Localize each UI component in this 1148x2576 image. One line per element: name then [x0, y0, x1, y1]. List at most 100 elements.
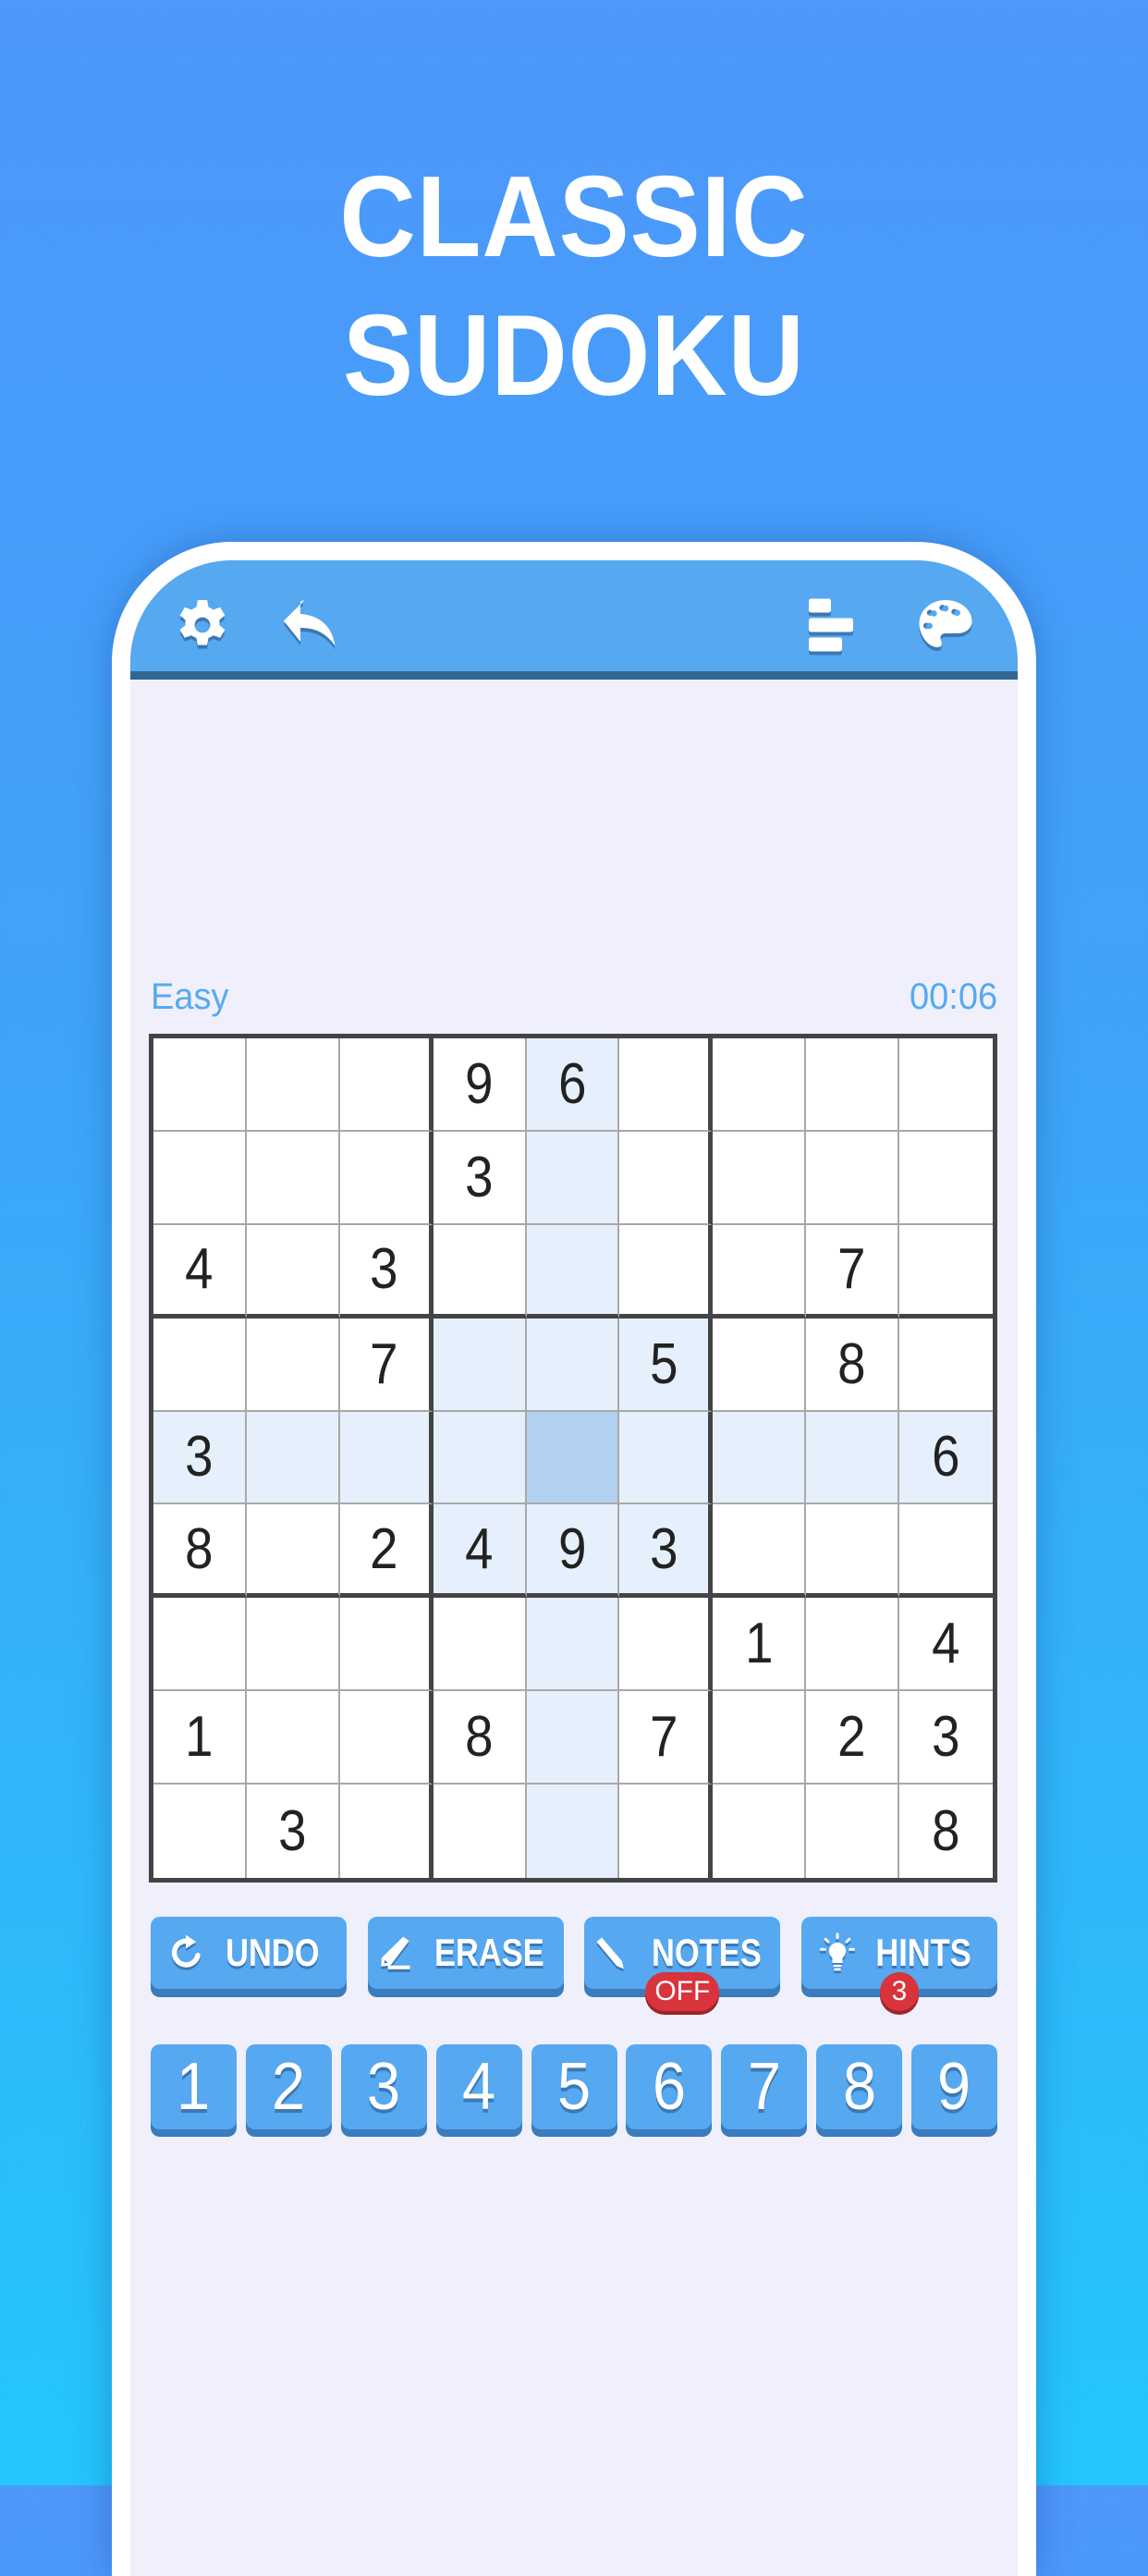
sudoku-cell-r6-c7[interactable]	[713, 1504, 807, 1599]
gear-icon[interactable]	[169, 592, 236, 658]
sudoku-cell-r1-c2[interactable]	[246, 1038, 340, 1132]
numpad-button-4[interactable]: 4	[435, 2044, 522, 2129]
sudoku-cell-r7-c2[interactable]	[246, 1598, 340, 1692]
sudoku-cell-r6-c4[interactable]: 4	[433, 1504, 527, 1599]
sudoku-cell-r5-c4[interactable]	[433, 1411, 527, 1505]
sudoku-cell-r3-c1[interactable]: 4	[153, 1224, 247, 1319]
sudoku-cell-r4-c5[interactable]	[526, 1318, 620, 1412]
sudoku-cell-r4-c9[interactable]	[899, 1318, 993, 1412]
numpad-button-3[interactable]: 3	[340, 2044, 427, 2129]
sudoku-cell-r4-c8[interactable]: 8	[806, 1318, 900, 1412]
sudoku-cell-r6-c2[interactable]	[246, 1504, 340, 1599]
sudoku-cell-r5-c2[interactable]	[246, 1411, 340, 1505]
sudoku-cell-r1-c7[interactable]	[713, 1038, 807, 1132]
sudoku-cell-r5-c3[interactable]	[339, 1411, 434, 1505]
hints-button[interactable]: HINTS 3	[800, 1917, 997, 2011]
sudoku-cell-r8-c4[interactable]: 8	[433, 1691, 527, 1785]
sudoku-cell-r9-c8[interactable]	[806, 1785, 900, 1878]
sudoku-cell-r7-c7[interactable]: 1	[713, 1598, 807, 1692]
sudoku-cell-r2-c5[interactable]	[526, 1131, 620, 1225]
sudoku-cell-r4-c2[interactable]	[246, 1318, 340, 1412]
sudoku-cell-r9-c2[interactable]: 3	[246, 1785, 340, 1878]
sudoku-cell-r8-c9[interactable]: 3	[899, 1691, 993, 1785]
sudoku-cell-r3-c7[interactable]	[713, 1224, 807, 1319]
sudoku-cell-r1-c6[interactable]	[619, 1038, 714, 1132]
sudoku-cell-r4-c3[interactable]: 7	[339, 1318, 434, 1412]
undo-button[interactable]: UNDO	[151, 1917, 347, 1989]
sudoku-cell-r7-c5[interactable]	[526, 1598, 620, 1692]
sudoku-cell-r9-c6[interactable]	[619, 1785, 714, 1878]
sudoku-cell-r6-c1[interactable]: 8	[153, 1504, 247, 1599]
sudoku-cell-r3-c5[interactable]	[526, 1224, 620, 1319]
sudoku-cell-r3-c8[interactable]: 7	[806, 1224, 900, 1319]
undo-arrow-icon[interactable]	[278, 592, 345, 658]
sudoku-cell-r2-c3[interactable]	[339, 1131, 434, 1225]
sudoku-cell-r1-c5[interactable]: 6	[526, 1038, 620, 1132]
sudoku-cell-r2-c2[interactable]	[246, 1131, 340, 1225]
sudoku-cell-r5-c6[interactable]	[619, 1411, 714, 1505]
sudoku-cell-r7-c9[interactable]: 4	[899, 1598, 993, 1692]
sudoku-cell-r2-c1[interactable]	[153, 1131, 247, 1225]
sudoku-cell-r7-c4[interactable]	[433, 1598, 527, 1692]
sudoku-cell-r8-c2[interactable]	[246, 1691, 340, 1785]
sudoku-cell-r5-c7[interactable]	[713, 1411, 807, 1505]
sudoku-cell-r4-c1[interactable]	[153, 1318, 247, 1412]
sudoku-cell-r9-c5[interactable]	[526, 1785, 620, 1878]
sudoku-cell-r8-c1[interactable]: 1	[153, 1691, 247, 1785]
sudoku-cell-r7-c6[interactable]	[619, 1598, 714, 1692]
sudoku-cell-r8-c5[interactable]	[526, 1691, 620, 1785]
pencil-icon	[596, 1937, 624, 1969]
notes-status-badge: OFF	[645, 1972, 720, 2011]
sudoku-cell-r8-c8[interactable]: 2	[806, 1691, 900, 1785]
sudoku-cell-r6-c5[interactable]: 9	[526, 1504, 620, 1599]
numpad-button-7[interactable]: 7	[721, 2044, 808, 2129]
palette-icon[interactable]	[912, 592, 979, 658]
numpad-button-8[interactable]: 8	[816, 2044, 903, 2129]
sudoku-cell-r7-c3[interactable]	[339, 1598, 434, 1692]
sudoku-cell-r4-c6[interactable]: 5	[619, 1318, 714, 1412]
sudoku-cell-r2-c6[interactable]	[619, 1131, 714, 1225]
sudoku-cell-r5-c9[interactable]: 6	[899, 1411, 993, 1505]
numpad-button-1[interactable]: 1	[151, 2044, 237, 2129]
sudoku-cell-r9-c1[interactable]	[153, 1785, 247, 1878]
sudoku-cell-r4-c4[interactable]	[433, 1318, 527, 1412]
sudoku-cell-r4-c7[interactable]	[713, 1318, 807, 1412]
sudoku-cell-r1-c4[interactable]: 9	[433, 1038, 527, 1132]
sudoku-cell-r5-c5[interactable]	[526, 1411, 620, 1505]
sudoku-cell-r3-c2[interactable]	[246, 1224, 340, 1319]
notes-button[interactable]: NOTES OFF	[584, 1917, 781, 2011]
sudoku-cell-r9-c9[interactable]: 8	[899, 1785, 993, 1878]
sudoku-cell-r2-c8[interactable]	[806, 1131, 900, 1225]
numpad-button-5[interactable]: 5	[531, 2044, 617, 2129]
sudoku-cell-r9-c3[interactable]	[339, 1785, 434, 1878]
sudoku-cell-r3-c3[interactable]: 3	[339, 1224, 434, 1319]
sudoku-cell-r9-c7[interactable]	[713, 1785, 807, 1878]
sudoku-cell-r5-c1[interactable]: 3	[153, 1411, 247, 1505]
sudoku-cell-r1-c9[interactable]	[899, 1038, 993, 1132]
sudoku-cell-r5-c8[interactable]	[806, 1411, 900, 1505]
sudoku-cell-r6-c9[interactable]	[899, 1504, 993, 1599]
sudoku-cell-r3-c6[interactable]	[619, 1224, 714, 1319]
sudoku-cell-r1-c8[interactable]	[806, 1038, 900, 1132]
sudoku-cell-r8-c6[interactable]: 7	[619, 1691, 714, 1785]
stats-bars-icon[interactable]	[803, 592, 870, 658]
sudoku-cell-r2-c7[interactable]	[713, 1131, 807, 1225]
erase-button[interactable]: ERASE	[367, 1917, 564, 1989]
sudoku-cell-r7-c1[interactable]	[153, 1598, 247, 1692]
sudoku-cell-r2-c9[interactable]	[899, 1131, 993, 1225]
sudoku-cell-r9-c4[interactable]	[433, 1785, 527, 1878]
sudoku-cell-r6-c6[interactable]: 3	[619, 1504, 714, 1599]
sudoku-cell-r1-c3[interactable]	[339, 1038, 434, 1132]
sudoku-cell-r6-c3[interactable]: 2	[339, 1504, 434, 1599]
sudoku-cell-r7-c8[interactable]	[806, 1598, 900, 1692]
numpad-button-6[interactable]: 6	[626, 2044, 713, 2129]
numpad-button-2[interactable]: 2	[245, 2044, 332, 2129]
sudoku-cell-r3-c4[interactable]	[433, 1224, 527, 1319]
numpad-button-9[interactable]: 9	[911, 2044, 997, 2129]
sudoku-cell-r1-c1[interactable]	[153, 1038, 247, 1132]
sudoku-cell-r6-c8[interactable]	[806, 1504, 900, 1599]
sudoku-cell-r8-c3[interactable]	[339, 1691, 434, 1785]
sudoku-cell-r8-c7[interactable]	[713, 1691, 807, 1785]
sudoku-cell-r2-c4[interactable]: 3	[433, 1131, 527, 1225]
sudoku-cell-r3-c9[interactable]	[899, 1224, 993, 1319]
